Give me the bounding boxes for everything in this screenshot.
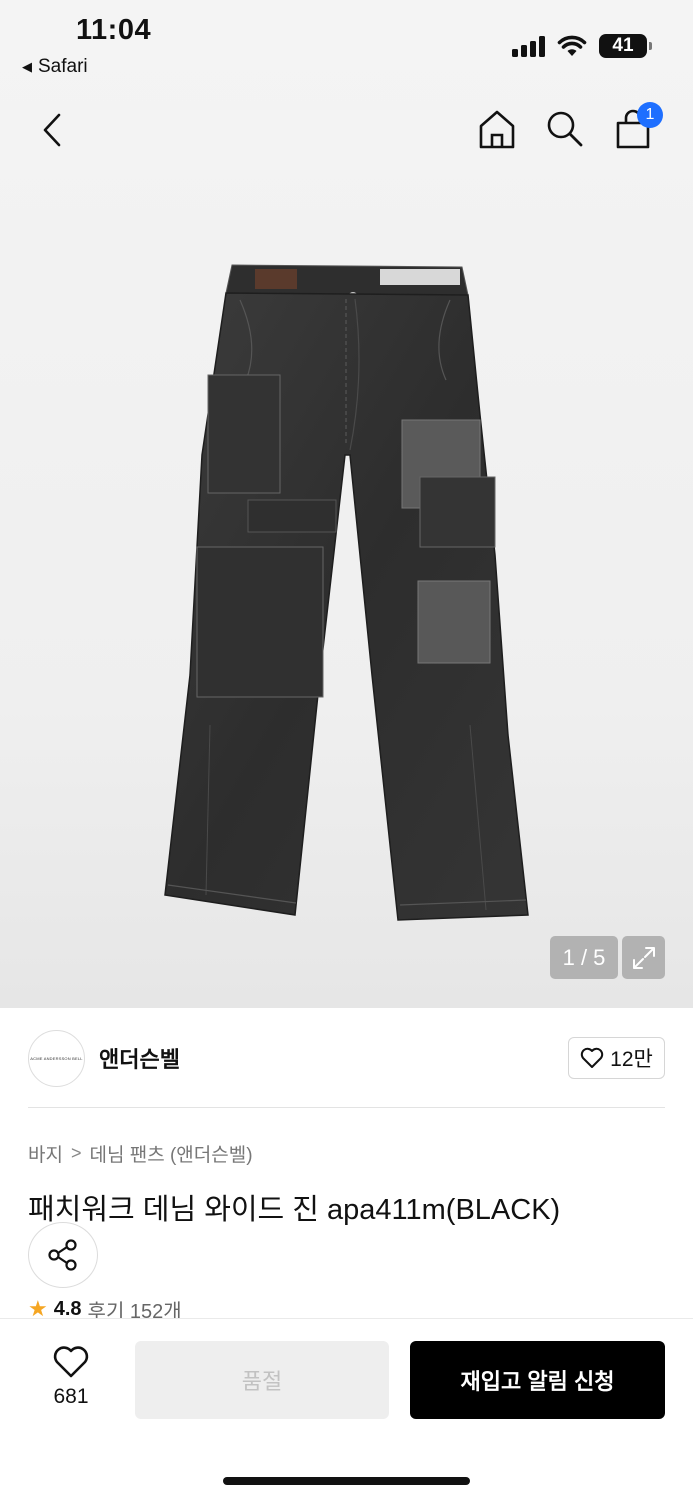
wishlist-count: 681 (53, 1385, 89, 1408)
brand-like-button[interactable]: 12만 (568, 1037, 665, 1079)
breadcrumb-separator: > (70, 1143, 82, 1163)
back-icon (43, 113, 61, 147)
breadcrumb-level2[interactable]: 데님 팬츠 (앤더슨벨) (89, 1140, 252, 1167)
brand-row[interactable]: ACME ANDERSSON BELL 앤더슨벨 12만 (28, 1028, 665, 1088)
brand-name[interactable]: 앤더슨벨 (99, 1042, 180, 1074)
back-app-label: Safari (38, 56, 88, 77)
restock-alert-button[interactable]: 재입고 알림 신청 (410, 1341, 665, 1419)
home-indicator[interactable] (223, 1477, 470, 1485)
cart-count-badge: 1 (637, 102, 663, 128)
heart-icon (580, 1047, 604, 1068)
rating-row[interactable]: ★ 4.8 후기 152개 (28, 1298, 182, 1320)
rating-score: 4.8 (53, 1298, 82, 1320)
share-button[interactable] (28, 1222, 98, 1288)
home-button[interactable] (477, 108, 517, 150)
heart-icon (53, 1346, 89, 1378)
soldout-button: 품절 (135, 1341, 389, 1419)
search-icon (547, 111, 583, 147)
breadcrumb: 바지 > 데님 팬츠 (앤더슨벨) (28, 1140, 253, 1167)
home-icon (479, 110, 515, 149)
star-icon: ★ (28, 1298, 48, 1320)
search-button[interactable] (545, 108, 585, 150)
brand-like-count: 12만 (610, 1048, 653, 1071)
wishlist-button[interactable]: 681 (40, 1345, 102, 1409)
breadcrumb-level1[interactable]: 바지 (28, 1140, 63, 1167)
cart-button[interactable]: 1 (613, 102, 663, 150)
share-icon (48, 1239, 77, 1271)
expand-icon (632, 946, 655, 969)
cellular-signal-icon (512, 35, 545, 57)
divider (28, 1107, 665, 1108)
review-count: 후기 152개 (87, 1300, 182, 1321)
battery-icon: 41 (599, 34, 652, 58)
status-indicators: 41 (512, 34, 652, 58)
brand-logo-text: ACME ANDERSSON BELL (30, 1055, 83, 1061)
wifi-icon (557, 35, 587, 56)
product-title: 패치워크 데님 와이드 진 apa411m(BLACK) (28, 1194, 561, 1226)
product-gallery: 11:04 ◀ Safari 41 1 1 / 5 (0, 0, 693, 1008)
purchase-bar: 681 품절 재입고 알림 신청 (0, 1318, 693, 1500)
back-triangle-icon: ◀ (22, 59, 32, 74)
brand-logo[interactable]: ACME ANDERSSON BELL (28, 1029, 85, 1087)
expand-gallery-button[interactable] (622, 936, 665, 979)
back-to-app-link[interactable]: ◀ Safari (22, 56, 88, 78)
back-button[interactable] (34, 110, 70, 150)
battery-level: 41 (612, 35, 634, 56)
gallery-pager: 1 / 5 (550, 936, 618, 979)
nav-actions: 1 (477, 102, 663, 150)
status-time: 11:04 (76, 14, 152, 46)
product-image[interactable] (150, 255, 545, 935)
